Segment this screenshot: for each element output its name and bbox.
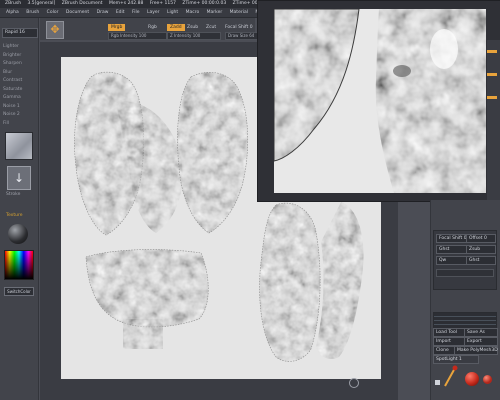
menu-macro[interactable]: Macro bbox=[186, 8, 200, 17]
z-intensity-slider[interactable]: Z Intensity 100 bbox=[167, 32, 221, 40]
preview-texture-closeup bbox=[274, 9, 486, 193]
focal-shift-slider[interactable]: Focal Shift 0 bbox=[225, 25, 253, 30]
preview-viewport[interactable] bbox=[274, 9, 486, 193]
palette-item[interactable]: Blur bbox=[3, 69, 35, 78]
palette-item[interactable]: Noise 1 bbox=[3, 103, 35, 112]
zsub-button[interactable]: Zsub bbox=[187, 25, 198, 30]
draw-size-slider[interactable]: Draw Size 64 bbox=[225, 32, 259, 40]
ghost-button[interactable]: Ghst bbox=[436, 245, 468, 254]
palette-item[interactable]: Saturate bbox=[3, 86, 35, 95]
stroke-label: Stroke bbox=[6, 192, 21, 197]
make-polymesh-button[interactable]: Make PolyMesh3D bbox=[454, 346, 498, 355]
alpha-swatch[interactable] bbox=[5, 132, 33, 160]
palette-item[interactable]: Sharpen bbox=[3, 60, 35, 69]
accent-marker bbox=[487, 96, 497, 99]
menu-layer[interactable]: Layer bbox=[147, 8, 160, 17]
uv-island-torso bbox=[259, 202, 364, 362]
move-icon[interactable]: ✥ bbox=[46, 21, 64, 39]
menu-marker[interactable]: Marker bbox=[207, 8, 223, 17]
load-tool-button[interactable]: Load Tool bbox=[433, 328, 467, 337]
palette-item[interactable]: Contrast bbox=[3, 77, 35, 86]
document-name: ZBrush Document bbox=[61, 1, 103, 6]
export-button[interactable]: Export bbox=[464, 337, 498, 346]
zsub-tool-button[interactable]: Zsub bbox=[466, 245, 496, 254]
app-version: 3.5[general] bbox=[27, 1, 56, 6]
switch-color-button[interactable]: SwitchColor bbox=[4, 287, 34, 296]
right-side-strip bbox=[487, 40, 500, 200]
focal-shift-control[interactable]: Focal Shift 0 bbox=[436, 234, 468, 243]
palette-list: Lighter Brighter Sharpen Blur Contrast S… bbox=[3, 43, 35, 128]
free-readout: Free+ 1157 bbox=[149, 1, 176, 6]
offset-control[interactable]: Offset 0 bbox=[466, 234, 496, 243]
accent-marker bbox=[487, 73, 497, 76]
qw-button[interactable]: Qw bbox=[436, 256, 468, 265]
material-sphere-icon[interactable] bbox=[8, 224, 28, 244]
uv-island-chest bbox=[85, 249, 209, 349]
menu-file[interactable]: File bbox=[132, 8, 140, 17]
ztime-readout: ZTime+ 00:00:0.03 bbox=[182, 1, 227, 6]
accent-marker bbox=[487, 50, 497, 53]
color-picker[interactable] bbox=[4, 250, 34, 280]
menu-alpha[interactable]: Alpha bbox=[6, 8, 19, 17]
save-as-button[interactable]: Save As bbox=[464, 328, 498, 337]
app-name: ZBrush bbox=[5, 1, 22, 6]
rgb-intensity-slider[interactable]: Rgb Intensity 100 bbox=[108, 32, 167, 40]
menu-draw[interactable]: Draw bbox=[97, 8, 109, 17]
menu-material[interactable]: Material bbox=[230, 8, 248, 17]
tool-thumbnail-icon[interactable] bbox=[435, 380, 440, 385]
rgb-button[interactable]: Rgb bbox=[148, 25, 157, 30]
menu-document[interactable]: Document bbox=[66, 8, 89, 17]
menu-brush[interactable]: Brush bbox=[26, 8, 39, 17]
uv-island-right-hand bbox=[177, 72, 249, 234]
menu-edit[interactable]: Edit bbox=[116, 8, 125, 17]
small-sphere-icon[interactable] bbox=[483, 375, 492, 384]
texture-label: Texture bbox=[6, 213, 23, 218]
palette-item[interactable]: Gamma bbox=[3, 94, 35, 103]
spotlight-control[interactable]: SpotLight 1 bbox=[433, 355, 479, 364]
tool-slider[interactable] bbox=[436, 269, 494, 277]
uv-island-left-hand bbox=[74, 71, 183, 236]
import-button[interactable]: Import bbox=[433, 337, 467, 346]
palette-item[interactable]: Brighter bbox=[3, 52, 35, 61]
mem-readout: Mem+s 242.88 bbox=[108, 1, 144, 6]
sphere-tool-icon[interactable] bbox=[465, 372, 479, 386]
zcut-button[interactable]: Zcut bbox=[206, 25, 216, 30]
rotate-icon[interactable] bbox=[349, 378, 359, 388]
stroke-arrow-icon[interactable]: ↓ bbox=[7, 166, 31, 190]
palette-item[interactable]: Fill bbox=[3, 120, 35, 129]
menu-light[interactable]: Light bbox=[167, 8, 178, 17]
ghost-button-2[interactable]: Ghst bbox=[466, 256, 496, 265]
brush-icon[interactable] bbox=[442, 364, 458, 388]
palette-item[interactable]: Noise 2 bbox=[3, 111, 35, 120]
tool-panel: Focal Shift 0 Offset 0 Ghst Zsub Qw Ghst bbox=[433, 230, 497, 290]
palette-item[interactable]: Lighter bbox=[3, 43, 35, 52]
palette-title[interactable]: Rapid 16 bbox=[2, 28, 38, 38]
zadd-button[interactable]: Zadd bbox=[167, 24, 185, 31]
menu-color[interactable]: Color bbox=[47, 8, 59, 17]
mrgb-button[interactable]: Mrgb bbox=[108, 24, 126, 31]
